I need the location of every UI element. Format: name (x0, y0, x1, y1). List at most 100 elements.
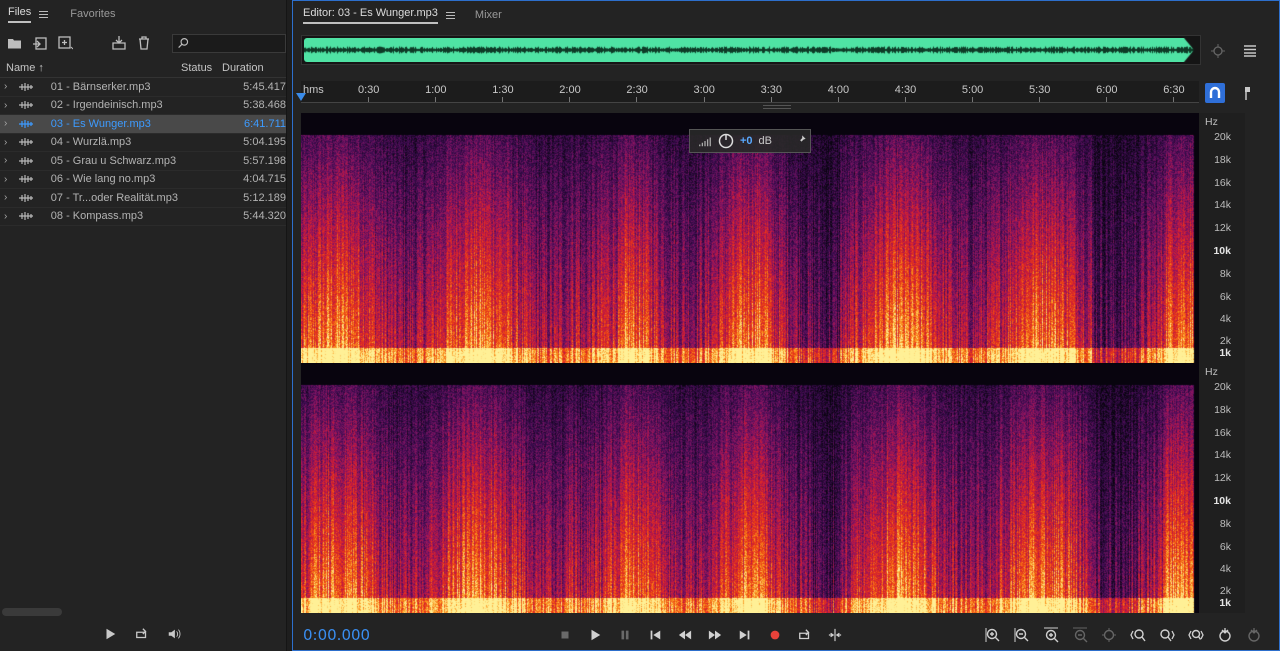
file-name: 03 - Es Wunger.mp3 (50, 117, 151, 130)
tab-editor[interactable]: Editor: 03 - Es Wunger.mp3 (303, 1, 455, 30)
waveform-overview[interactable] (301, 35, 1201, 65)
gain-value[interactable]: +0 (740, 135, 753, 147)
zoom-out-amplitude-icon[interactable] (1012, 625, 1032, 645)
file-duration: 5:57.198 (243, 154, 286, 167)
zoom-in-left-icon[interactable] (1128, 625, 1148, 645)
rewind-icon[interactable] (675, 625, 695, 645)
editor-menu-icon[interactable] (445, 11, 455, 19)
frequency-axis-right: Hz 20k 18k 16k 14k 12k 10k 8k 6k 4k 2k 1k (1199, 363, 1245, 613)
file-row[interactable]: › 06 - Wie lang no.mp3 4:04.715 (0, 171, 286, 189)
timeline-tick (502, 97, 504, 102)
timeline-tick-label: 0:30 (358, 84, 380, 96)
expand-chevron-icon[interactable]: › (4, 211, 18, 222)
tab-favorites[interactable]: Favorites (70, 2, 115, 26)
list-view-icon[interactable] (1240, 41, 1260, 61)
column-duration[interactable]: Duration (222, 62, 282, 74)
loop-playback-icon[interactable] (795, 625, 815, 645)
column-status[interactable]: Status (181, 62, 222, 74)
hz-tick-label: 20k (1214, 131, 1231, 143)
timeline-tick (971, 97, 973, 102)
timeline-right-icons (1205, 83, 1257, 103)
playhead-marker[interactable] (296, 93, 306, 101)
snap-magnet-icon[interactable] (1205, 83, 1225, 103)
file-row[interactable]: › 03 - Es Wunger.mp3 6:41.711 (0, 115, 286, 134)
zoom-out-time-icon[interactable] (1070, 625, 1090, 645)
expand-chevron-icon[interactable]: › (4, 137, 18, 148)
files-search-input[interactable] (189, 37, 280, 49)
zoom-reset-icon[interactable] (1215, 625, 1235, 645)
vertical-split-grip[interactable] (763, 105, 791, 109)
zoom-in-amplitude-icon[interactable] (983, 625, 1003, 645)
timeline-tick (1039, 97, 1040, 102)
timeline-tick (368, 97, 369, 102)
timeline-tick-label: 4:00 (827, 84, 850, 96)
play-preview-icon[interactable] (100, 624, 120, 644)
fast-forward-icon[interactable] (705, 625, 725, 645)
gain-hud[interactable]: +0 dB (689, 129, 811, 153)
expand-chevron-icon[interactable]: › (4, 192, 18, 203)
expand-chevron-icon[interactable]: › (4, 155, 18, 166)
autoplay-speaker-icon[interactable] (164, 624, 184, 644)
zoom-out-full-icon[interactable] (1186, 625, 1206, 645)
loop-preview-icon[interactable] (132, 624, 152, 644)
zoom-history-icon[interactable] (1244, 625, 1264, 645)
hz-axis-title: Hz (1205, 366, 1218, 378)
insert-into-multitrack-icon[interactable] (109, 33, 128, 53)
skip-to-start-icon[interactable] (645, 625, 665, 645)
panel-menu-icon[interactable] (39, 10, 49, 18)
timeline-unit-label: hms (303, 84, 324, 96)
expand-chevron-icon[interactable]: › (4, 81, 18, 92)
zoom-to-selection-icon[interactable] (1099, 625, 1119, 645)
new-file-icon[interactable] (55, 33, 74, 53)
open-folder-icon[interactable] (5, 33, 24, 53)
record-icon[interactable] (765, 625, 785, 645)
tab-files[interactable]: Files (8, 0, 49, 29)
file-row[interactable]: › 02 - Irgendeinisch.mp3 5:38.468 (0, 97, 286, 115)
editor-panel: Editor: 03 - Es Wunger.mp3 Mixer hms 0:3… (292, 0, 1280, 651)
expand-chevron-icon[interactable]: › (4, 174, 18, 185)
timeline-ruler[interactable]: hms 0:30 1:00 1:30 2:00 2:30 3:00 3:30 4:00 4:30… (301, 81, 1199, 103)
skip-selection-icon[interactable] (825, 625, 845, 645)
column-name[interactable]: Name ↑ (6, 62, 181, 74)
import-file-icon[interactable] (30, 33, 49, 53)
pin-hud-icon[interactable] (796, 134, 807, 148)
file-row[interactable]: › 01 - Bärnserker.mp3 5:45.417 (0, 78, 286, 97)
files-panel: Files Favorites Name ↑ Status Duration ›… (0, 0, 287, 651)
play-icon[interactable] (585, 625, 605, 645)
pin-marker-icon[interactable] (1237, 83, 1257, 103)
zoom-in-right-icon[interactable] (1157, 625, 1177, 645)
hz-tick-label: 4k (1219, 313, 1231, 325)
files-horizontal-scrollbar[interactable] (2, 608, 62, 616)
hz-tick-label: 16k (1214, 177, 1231, 189)
hz-tick-label: 18k (1214, 404, 1231, 416)
timeline-tick-label: 2:30 (626, 84, 648, 96)
files-search-box[interactable] (171, 33, 286, 53)
hz-tick-label: 8k (1219, 518, 1231, 530)
expand-chevron-icon[interactable]: › (4, 118, 18, 129)
file-row[interactable]: › 08 - Kompass.mp3 5:44.320 (0, 208, 286, 226)
current-time-display[interactable]: 0:00.000 (303, 626, 370, 644)
pause-icon[interactable] (615, 625, 635, 645)
expand-chevron-icon[interactable]: › (4, 100, 18, 111)
skip-to-end-icon[interactable] (735, 625, 755, 645)
tab-mixer[interactable]: Mixer (475, 3, 502, 27)
gain-knob-icon[interactable] (718, 133, 734, 149)
zoom-target-icon[interactable] (1208, 41, 1228, 61)
trash-icon[interactable] (135, 33, 154, 53)
timeline-tick (770, 97, 772, 102)
stop-icon[interactable] (555, 625, 575, 645)
file-row[interactable]: › 04 - Wurzlä.mp3 5:04.195 (0, 134, 286, 152)
editor-transport-bar: 0:00.000 (293, 619, 1279, 651)
zoom-in-time-icon[interactable] (1041, 625, 1061, 645)
level-bars-icon (699, 137, 711, 147)
files-toolbar (0, 28, 286, 58)
timeline-tick-label: 1:00 (425, 84, 447, 96)
spectrogram-channel-right[interactable] (301, 363, 1199, 613)
file-row[interactable]: › 05 - Grau u Schwarz.mp3 5:57.198 (0, 152, 286, 171)
hz-tick-label: 1k (1219, 597, 1231, 609)
file-row[interactable]: › 07 - Tr...oder Realität.mp3 5:12.189 (0, 189, 286, 208)
spectral-display[interactable] (301, 113, 1199, 613)
files-preview-transport (100, 624, 184, 644)
hz-tick-label: 10k (1213, 495, 1231, 507)
timeline-tick-label: 5:30 (1029, 84, 1051, 96)
